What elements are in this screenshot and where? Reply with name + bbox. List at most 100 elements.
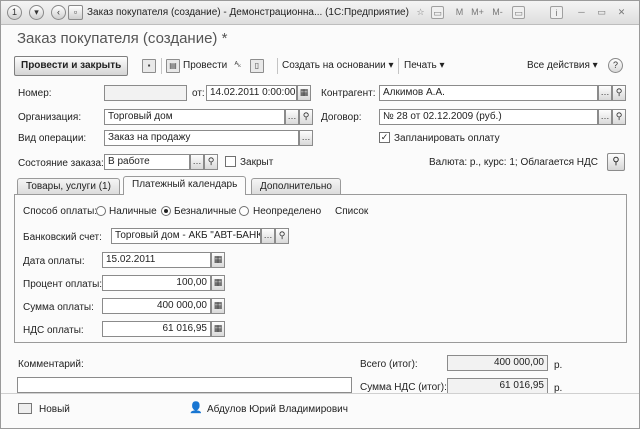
document-window: 1 ▾ ‹ ▫ Заказ покупателя (создание) - Де… xyxy=(0,0,640,429)
payment-date-field[interactable]: 15.02.2011 xyxy=(102,252,211,268)
tab-payment-calendar[interactable]: Платежный календарь xyxy=(123,176,247,195)
order-state-search-icon[interactable]: ⚲ xyxy=(204,154,218,170)
copy-icon[interactable]: ▭ xyxy=(512,6,525,19)
print-menu[interactable]: Печать ▾ xyxy=(404,60,445,71)
counterparty-select-button[interactable]: … xyxy=(598,85,612,101)
memory-minus-icon[interactable]: M- xyxy=(491,6,504,19)
comment-field[interactable] xyxy=(17,377,352,393)
order-state-field[interactable]: В работе xyxy=(104,154,190,170)
payment-method-label: Способ оплаты: xyxy=(23,206,98,217)
total-label: Всего (итог): xyxy=(360,359,418,370)
operation-type-label: Вид операции: xyxy=(18,133,87,144)
organization-open-icon[interactable]: ⚲ xyxy=(299,109,313,125)
menu-dropdown-icon[interactable]: ▾ xyxy=(29,5,44,20)
order-state-label: Состояние заказа: xyxy=(18,158,104,169)
payment-vat-label: НДС оплаты: xyxy=(23,325,84,336)
radio-undefined[interactable] xyxy=(239,206,249,216)
calendar-icon[interactable]: ▦ xyxy=(297,85,311,101)
counterparty-label: Контрагент: xyxy=(321,88,376,99)
radio-cash-label[interactable]: Наличные xyxy=(109,206,157,217)
post-button[interactable]: Провести xyxy=(183,60,227,71)
document-icon[interactable]: ▯ xyxy=(250,59,264,73)
payment-date-calendar-icon[interactable]: ▦ xyxy=(211,252,225,268)
bank-account-label: Банковский счет: xyxy=(23,232,102,243)
organization-field[interactable]: Торговый дом xyxy=(104,109,285,125)
radio-undefined-label[interactable]: Неопределено xyxy=(253,206,321,217)
close-icon[interactable]: ✕ xyxy=(615,6,628,19)
vat-total-field: 61 016,95 xyxy=(447,378,548,394)
app-logo-icon[interactable]: 1 xyxy=(7,5,22,20)
total-unit: р. xyxy=(554,360,563,371)
closed-label[interactable]: Закрыт xyxy=(240,157,273,168)
plan-payment-checkbox[interactable]: ✓ xyxy=(379,132,390,143)
memory-plus-icon[interactable]: M+ xyxy=(471,6,484,19)
form-toolbar: Провести и закрыть ▪ ▤ Провести ᴬₖ ▯ Соз… xyxy=(14,56,628,76)
date-field[interactable]: 14.02.2011 0:00:00 xyxy=(206,85,297,101)
status-icon xyxy=(18,403,32,414)
counterparty-field[interactable]: Алкимов А.А. xyxy=(379,85,598,101)
toolbar-separator xyxy=(398,58,399,74)
payment-date-label: Дата оплаты: xyxy=(23,256,85,267)
all-actions-menu[interactable]: Все действия ▾ xyxy=(527,60,598,71)
back-arrow-icon[interactable]: ‹ xyxy=(51,5,66,20)
user-icon: 👤 xyxy=(189,402,203,414)
payment-amount-label: Сумма оплаты: xyxy=(23,302,94,313)
number-label: Номер: xyxy=(18,88,52,99)
total-field: 400 000,00 xyxy=(447,355,548,371)
radio-non-cash[interactable] xyxy=(161,206,171,216)
payment-percent-field[interactable]: 100,00 xyxy=(102,275,211,291)
info-icon[interactable]: i xyxy=(550,6,563,19)
organization-label: Организация: xyxy=(18,112,82,123)
memory-m-icon[interactable]: M xyxy=(453,6,466,19)
contract-field[interactable]: № 28 от 02.12.2009 (руб.) xyxy=(379,109,598,125)
organization-select-button[interactable]: … xyxy=(285,109,299,125)
radio-cash[interactable] xyxy=(96,206,106,216)
payment-percent-label: Процент оплаты: xyxy=(23,279,103,290)
payment-amount-field[interactable]: 400 000,00 xyxy=(102,298,211,314)
contract-label: Договор: xyxy=(321,112,362,123)
post-icon[interactable]: ▤ xyxy=(166,59,180,73)
payment-vat-field[interactable]: 61 016,95 xyxy=(102,321,211,337)
operation-type-select-button[interactable]: … xyxy=(299,130,313,146)
author-name: Абдулов Юрий Владимирович xyxy=(207,404,348,415)
toolbar-separator xyxy=(277,58,278,74)
status-text: Новый xyxy=(39,404,70,415)
payment-amount-calculator-icon[interactable]: ▦ xyxy=(211,298,225,314)
bank-account-search-icon[interactable]: ⚲ xyxy=(275,228,289,244)
minimize-icon[interactable]: ─ xyxy=(575,6,588,19)
title-bar: 1 ▾ ‹ ▫ Заказ покупателя (создание) - Де… xyxy=(1,1,639,25)
vat-total-label: Сумма НДС (итог): xyxy=(360,382,447,393)
help-button[interactable]: ? xyxy=(608,58,623,73)
operation-type-field[interactable]: Заказ на продажу xyxy=(104,130,299,146)
tab-additional[interactable]: Дополнительно xyxy=(251,178,341,194)
window-icon: ▫ xyxy=(68,5,83,20)
number-field[interactable] xyxy=(104,85,187,101)
closed-checkbox[interactable] xyxy=(225,156,236,167)
comment-label: Комментарий: xyxy=(18,359,84,370)
create-based-on-menu[interactable]: Создать на основании ▾ xyxy=(282,60,394,71)
counterparty-open-icon[interactable]: ⚲ xyxy=(612,85,626,101)
list-link[interactable]: Список xyxy=(335,206,368,217)
tab-goods-services[interactable]: Товары, услуги (1) xyxy=(17,178,120,194)
payment-percent-calculator-icon[interactable]: ▦ xyxy=(211,275,225,291)
maximize-icon[interactable]: ▭ xyxy=(595,6,608,19)
link-icon[interactable]: ▭ xyxy=(431,6,444,19)
post-and-close-button[interactable]: Провести и закрыть xyxy=(14,56,129,76)
currency-info[interactable]: Валюта: р., курс: 1; Облагается НДС xyxy=(429,157,598,168)
save-icon[interactable]: ▪ xyxy=(142,59,156,73)
sort-icon[interactable]: ᴬₖ xyxy=(231,59,245,73)
contract-select-button[interactable]: … xyxy=(598,109,612,125)
bank-account-field[interactable]: Торговый дом - АКБ "АВТ-БАНК" xyxy=(111,228,261,244)
bank-account-select-button[interactable]: … xyxy=(261,228,275,244)
toolbar-separator xyxy=(161,58,162,74)
currency-search-icon[interactable]: ⚲ xyxy=(607,153,625,171)
date-from-label: от: xyxy=(192,88,205,99)
contract-open-icon[interactable]: ⚲ xyxy=(612,109,626,125)
form-heading: Заказ покупателя (создание) * xyxy=(17,30,228,47)
payment-vat-calculator-icon[interactable]: ▦ xyxy=(211,321,225,337)
plan-payment-label[interactable]: Запланировать оплату xyxy=(394,133,500,144)
favorite-icon[interactable]: ☆ xyxy=(414,6,427,19)
radio-non-cash-label[interactable]: Безналичные xyxy=(174,206,236,217)
order-state-select-button[interactable]: … xyxy=(190,154,204,170)
footer-divider xyxy=(1,393,639,394)
